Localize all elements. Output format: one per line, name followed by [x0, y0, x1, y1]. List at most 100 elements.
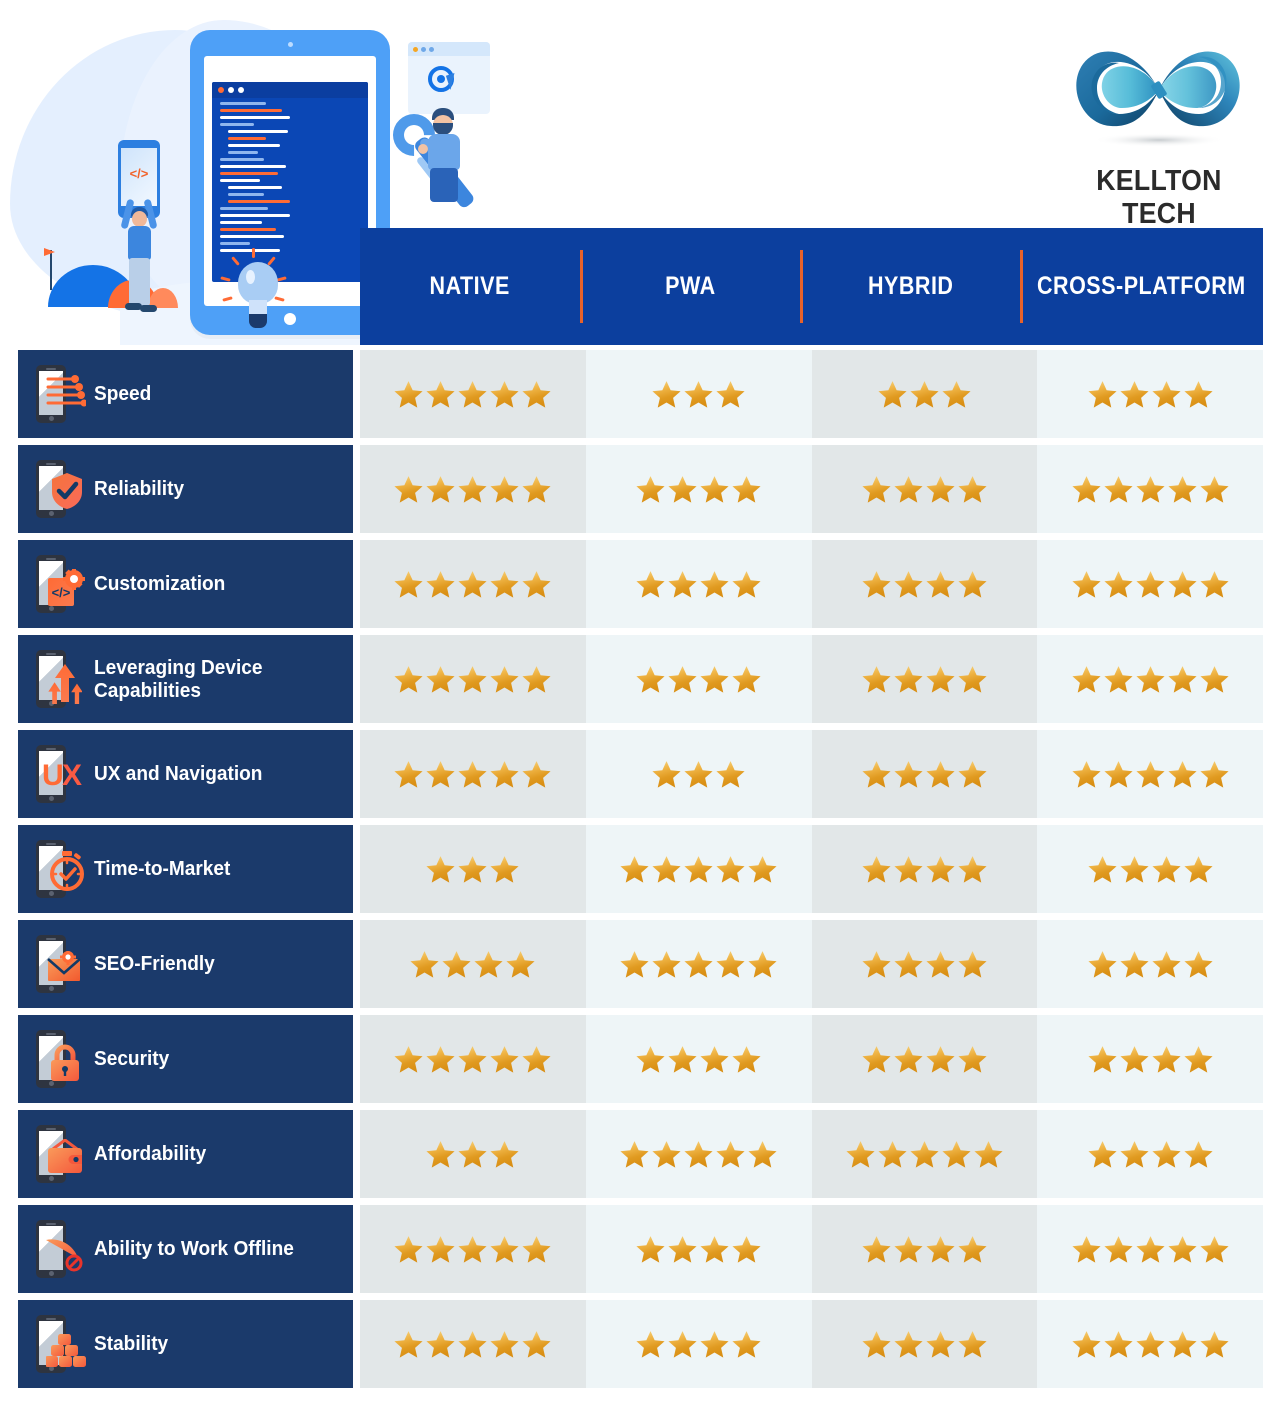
star-rating: [635, 1044, 762, 1075]
star-icon: [894, 1045, 923, 1073]
star-icon: [1072, 1235, 1101, 1263]
row-label-panel[interactable]: Time-to-Market: [18, 825, 353, 913]
rating-cell[interactable]: [1037, 1205, 1263, 1293]
row-label: Security: [94, 1047, 170, 1071]
hand: [418, 144, 428, 154]
rating-cell[interactable]: [585, 350, 812, 438]
phone-speaker: [46, 463, 56, 465]
column-header-hybrid[interactable]: HYBRID: [800, 228, 1020, 345]
rating-cell[interactable]: [585, 540, 812, 628]
rating-cell[interactable]: [360, 1015, 586, 1103]
row-label-panel[interactable]: </> Customization: [18, 540, 353, 628]
star-icon: [458, 760, 487, 788]
rating-cell[interactable]: [1037, 445, 1263, 533]
rating-cell[interactable]: [1037, 1300, 1263, 1388]
star-rating: [1071, 569, 1230, 600]
phone-speaker: [46, 938, 56, 940]
column-header-cross-platform[interactable]: CROSS-PLATFORM: [1020, 228, 1263, 345]
star-rating: [1071, 474, 1230, 505]
rating-cell[interactable]: [585, 635, 812, 723]
rating-cell[interactable]: [585, 730, 812, 818]
rating-cell[interactable]: [811, 1110, 1038, 1198]
rating-cell[interactable]: [811, 350, 1038, 438]
row-label-panel[interactable]: Speed: [18, 350, 353, 438]
rating-cell[interactable]: [811, 445, 1038, 533]
phone-wallet-icon: [32, 1123, 84, 1185]
row-label-panel[interactable]: SEO-Friendly: [18, 920, 353, 1008]
rating-cell[interactable]: [360, 350, 586, 438]
star-icon: [1184, 1045, 1213, 1073]
star-icon: [684, 855, 713, 883]
rating-cell[interactable]: [360, 920, 586, 1008]
star-icon: [1120, 1045, 1149, 1073]
rating-cell[interactable]: [1037, 920, 1263, 1008]
rating-cell[interactable]: [360, 445, 586, 533]
rating-cell[interactable]: [811, 730, 1038, 818]
row-label-panel[interactable]: Stability: [18, 1300, 353, 1388]
star-icon: [1200, 1330, 1229, 1358]
rating-cell[interactable]: [811, 920, 1038, 1008]
legs: [430, 168, 458, 202]
rating-cell[interactable]: [585, 1205, 812, 1293]
window-titlebar: [408, 42, 490, 56]
row-label-panel[interactable]: Reliability: [18, 445, 353, 533]
star-icon: [394, 1235, 423, 1263]
table-row: Leveraging Device Capabilities: [0, 635, 1284, 723]
rating-cell[interactable]: [585, 445, 812, 533]
code-lines: [212, 102, 368, 252]
star-rating: [861, 949, 988, 980]
row-label-panel[interactable]: Affordability: [18, 1110, 353, 1198]
rating-cell[interactable]: [360, 1205, 586, 1293]
star-icon: [426, 570, 455, 598]
row-label-panel[interactable]: U X UX and Navigation: [18, 730, 353, 818]
rating-cell[interactable]: [811, 1015, 1038, 1103]
rating-cell[interactable]: [811, 540, 1038, 628]
rating-cell[interactable]: [1037, 540, 1263, 628]
rating-cell[interactable]: [1037, 350, 1263, 438]
rating-cell[interactable]: [585, 825, 812, 913]
star-rating: [861, 474, 988, 505]
rating-cell[interactable]: [360, 1300, 586, 1388]
rating-cell[interactable]: [360, 1110, 586, 1198]
star-rating: [861, 1234, 988, 1265]
rating-cell[interactable]: [811, 825, 1038, 913]
rating-cell[interactable]: [1037, 1110, 1263, 1198]
star-icon: [652, 855, 681, 883]
rating-cell[interactable]: [585, 1300, 812, 1388]
rating-cell[interactable]: [360, 540, 586, 628]
star-icon: [652, 1140, 681, 1168]
infinity-ribbon-logo-icon: [1076, 51, 1240, 147]
rating-cell[interactable]: [811, 1300, 1038, 1388]
rating-cell[interactable]: [360, 730, 586, 818]
star-rating: [651, 759, 746, 790]
star-icon: [636, 1235, 665, 1263]
phone-home-button: [49, 1176, 54, 1181]
rating-cell[interactable]: [585, 1015, 812, 1103]
table-row: SEO-Friendly: [0, 920, 1284, 1008]
row-label-panel[interactable]: Ability to Work Offline: [18, 1205, 353, 1293]
rating-cell[interactable]: [360, 635, 586, 723]
window-maximize-dot: [238, 87, 244, 93]
rating-cell[interactable]: [811, 635, 1038, 723]
star-icon: [522, 380, 551, 408]
rating-cell[interactable]: [1037, 730, 1263, 818]
rating-cell[interactable]: [1037, 635, 1263, 723]
star-icon: [1152, 1045, 1181, 1073]
cursor-click-window: [408, 42, 490, 114]
star-icon: [426, 1330, 455, 1358]
phone-speaker: [46, 558, 56, 560]
star-rating: [635, 664, 762, 695]
rating-cell[interactable]: [1037, 825, 1263, 913]
column-header-native[interactable]: NATIVE: [360, 228, 580, 345]
rating-cell[interactable]: [585, 1110, 812, 1198]
row-label-panel[interactable]: Leveraging Device Capabilities: [18, 635, 353, 723]
rating-cell[interactable]: [1037, 1015, 1263, 1103]
rating-cell[interactable]: [360, 825, 586, 913]
row-label-panel[interactable]: Security: [18, 1015, 353, 1103]
code-line: [228, 186, 282, 189]
star-icon: [1120, 950, 1149, 978]
column-header-pwa[interactable]: PWA: [580, 228, 800, 345]
rating-cell[interactable]: [585, 920, 812, 1008]
star-icon: [1072, 475, 1101, 503]
rating-cell[interactable]: [811, 1205, 1038, 1293]
